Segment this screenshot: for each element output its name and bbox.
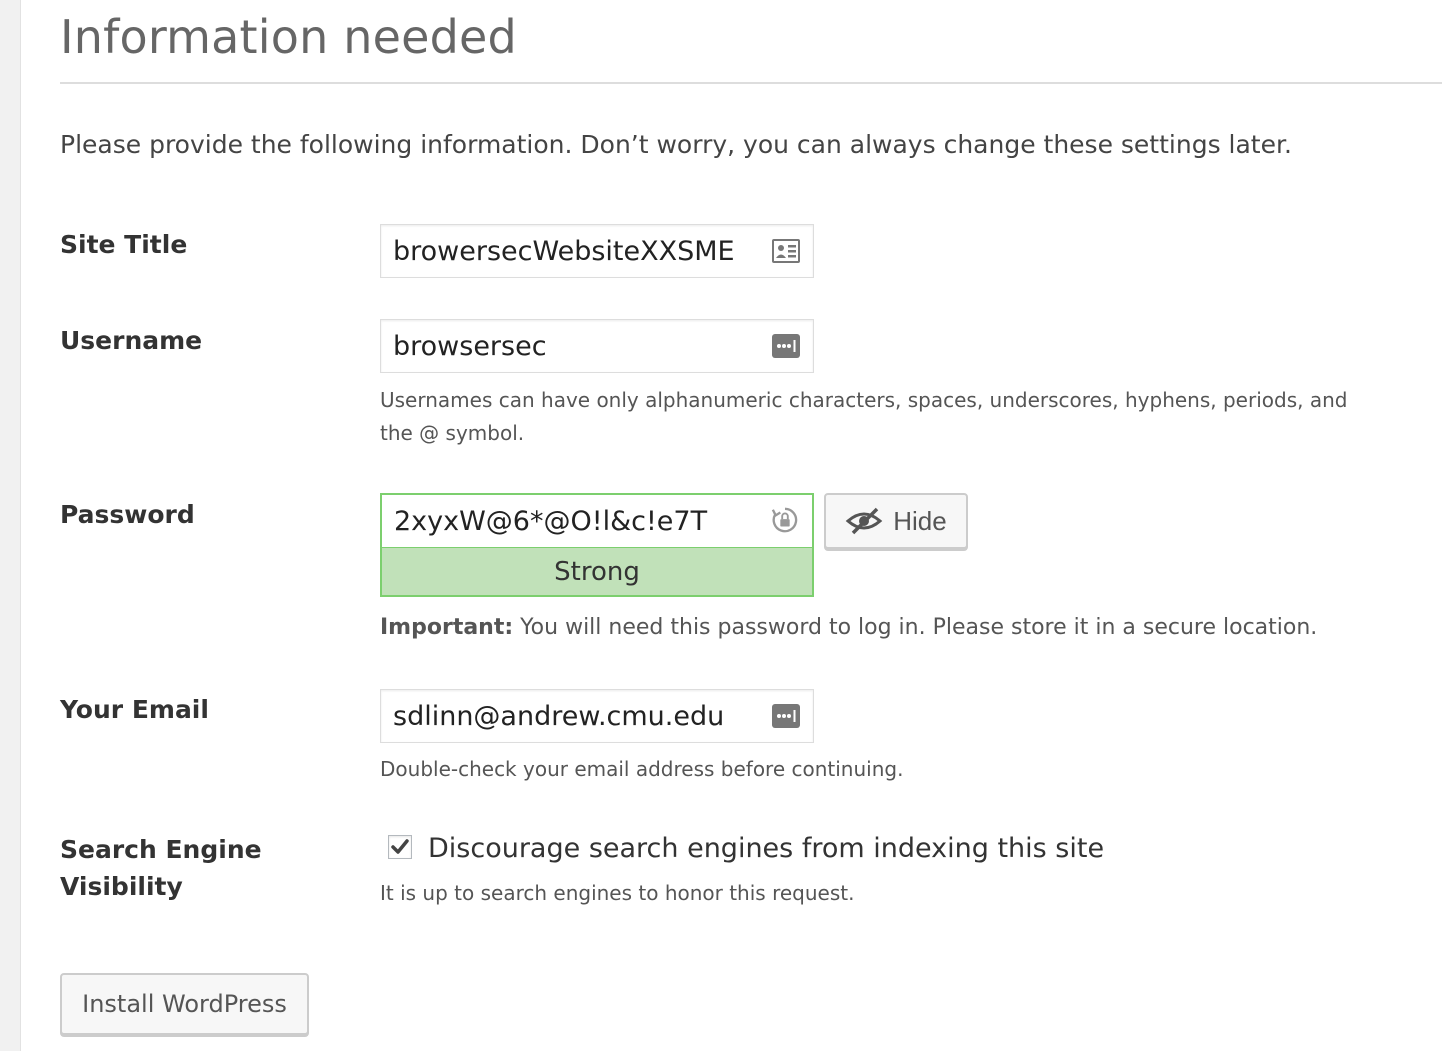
important-label: Important: bbox=[380, 615, 514, 640]
password-input[interactable] bbox=[394, 495, 764, 547]
contact-card-icon[interactable] bbox=[771, 237, 801, 265]
password-field[interactable] bbox=[380, 493, 814, 549]
discourage-search-checkbox[interactable] bbox=[388, 835, 412, 859]
search-visibility-label: Search Engine Visibility bbox=[60, 831, 262, 905]
password-strength-meter: Strong bbox=[380, 547, 814, 597]
username-input[interactable] bbox=[393, 320, 763, 372]
search-visibility-label-line1: Search Engine bbox=[60, 835, 262, 864]
install-wordpress-button[interactable]: Install WordPress bbox=[60, 973, 309, 1035]
hide-password-button[interactable]: Hide bbox=[824, 493, 968, 549]
email-help: Double-check your email address before c… bbox=[380, 757, 904, 781]
username-help: Usernames can have only alphanumeric cha… bbox=[380, 388, 1348, 445]
intro-text: Please provide the following information… bbox=[60, 130, 1292, 159]
search-visibility-help: It is up to search engines to honor this… bbox=[380, 881, 855, 905]
password-generator-icon[interactable] bbox=[770, 506, 800, 534]
title-divider bbox=[60, 82, 1442, 84]
username-field[interactable] bbox=[380, 319, 814, 373]
checkmark-icon bbox=[391, 839, 409, 854]
email-field[interactable] bbox=[380, 689, 814, 743]
left-rail bbox=[0, 0, 21, 1051]
site-title-input[interactable] bbox=[393, 225, 763, 277]
password-manager-icon[interactable] bbox=[771, 332, 801, 360]
password-manager-icon[interactable] bbox=[771, 702, 801, 730]
page-title: Information needed bbox=[60, 10, 517, 64]
password-label: Password bbox=[60, 500, 195, 529]
site-title-label: Site Title bbox=[60, 230, 188, 259]
eye-slash-icon bbox=[845, 507, 883, 535]
username-label: Username bbox=[60, 326, 203, 355]
site-title-field[interactable] bbox=[380, 224, 814, 278]
important-text: You will need this password to log in. P… bbox=[513, 615, 1318, 640]
hide-button-label: Hide bbox=[893, 505, 947, 536]
password-important-note: Important: You will need this password t… bbox=[380, 611, 1317, 644]
discourage-search-label[interactable]: Discourage search engines from indexing … bbox=[428, 833, 1104, 864]
email-input[interactable] bbox=[393, 690, 763, 742]
search-visibility-label-line2: Visibility bbox=[60, 872, 183, 901]
email-label: Your Email bbox=[60, 695, 209, 724]
